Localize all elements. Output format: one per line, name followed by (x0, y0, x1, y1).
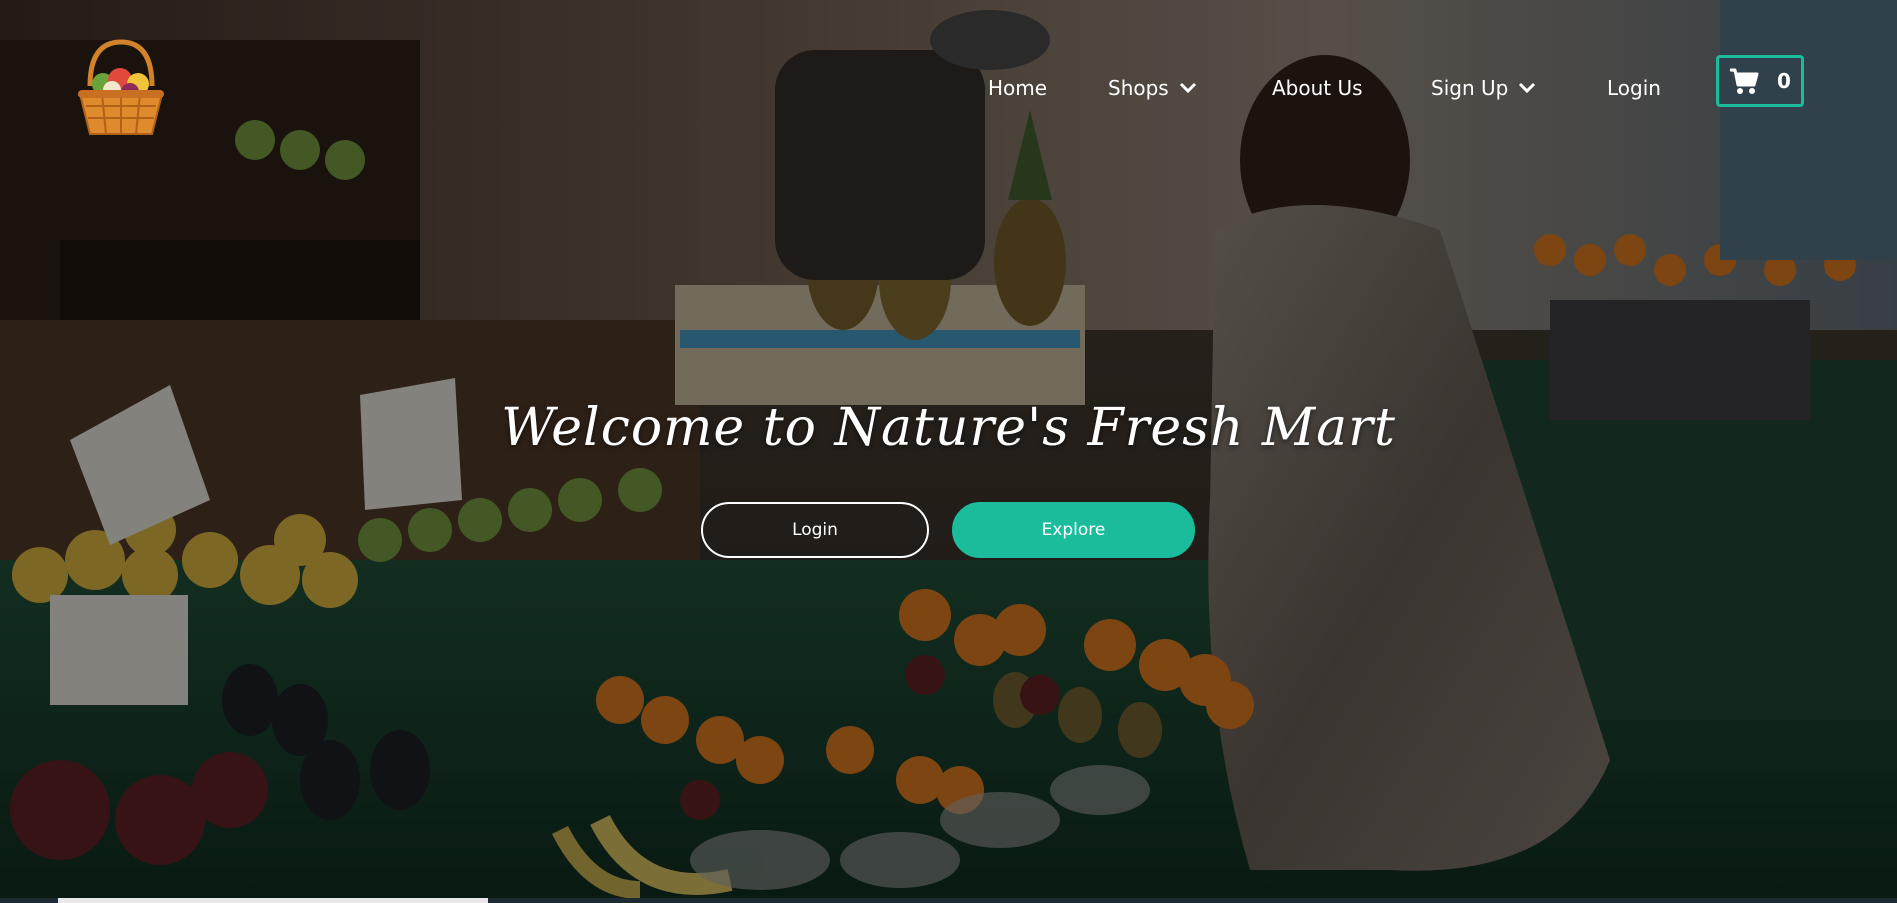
hero-login-button[interactable]: Login (701, 502, 929, 558)
hero-section: Home Shops About Us Sign Up Login 0 Welc… (0, 0, 1897, 903)
nav-login-label: Login (1607, 76, 1661, 100)
cart-count: 0 (1777, 69, 1791, 93)
cart-button[interactable]: 0 (1716, 55, 1804, 107)
nav-shops-label: Shops (1108, 76, 1169, 100)
hero-headline: Welcome to Nature's Fresh Mart (501, 398, 1396, 458)
scrollbar-thumb[interactable] (58, 898, 488, 903)
fruit-basket-icon (78, 39, 164, 135)
nav-shops[interactable]: Shops (1108, 76, 1197, 100)
nav-home[interactable]: Home (988, 76, 1047, 100)
chevron-down-icon (1519, 82, 1536, 94)
nav-home-label: Home (988, 76, 1048, 100)
horizontal-scrollbar[interactable] (0, 898, 1897, 903)
chevron-down-icon (1179, 82, 1196, 94)
shopping-cart-icon (1730, 68, 1759, 94)
nav-about-us-label: About Us (1272, 76, 1363, 100)
nav-sign-up-label: Sign Up (1431, 76, 1509, 100)
nav-login[interactable]: Login (1607, 76, 1661, 100)
hero-explore-button[interactable]: Explore (952, 502, 1195, 558)
nav-sign-up[interactable]: Sign Up (1431, 76, 1536, 100)
logo[interactable] (68, 34, 174, 140)
nav-about-us[interactable]: About Us (1272, 76, 1363, 100)
